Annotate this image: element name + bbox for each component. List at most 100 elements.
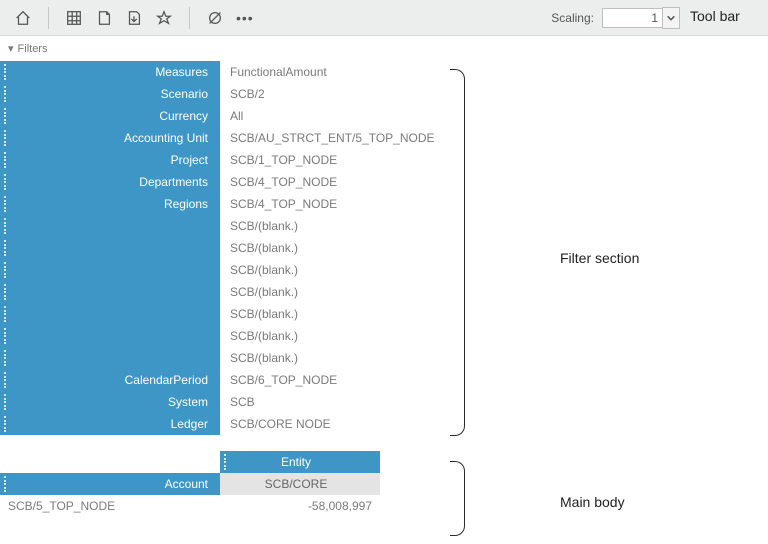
- filter-value[interactable]: SCB/4_TOP_NODE: [220, 193, 446, 215]
- bracket-filter: [450, 69, 465, 254]
- drag-handle-icon[interactable]: [4, 64, 8, 80]
- filter-value[interactable]: SCB/(blank.): [220, 215, 446, 237]
- drag-handle-icon[interactable]: [4, 328, 8, 344]
- column-header-entity[interactable]: Entity: [220, 451, 380, 473]
- drag-handle-icon[interactable]: [4, 108, 8, 124]
- filter-value[interactable]: SCB/AU_STRCT_ENT/5_TOP_NODE: [220, 127, 446, 149]
- filter-label[interactable]: Departments: [0, 171, 220, 193]
- filter-label[interactable]: [0, 303, 220, 325]
- filter-row: RegionsSCB/4_TOP_NODE: [0, 193, 446, 215]
- drag-handle-icon[interactable]: [4, 262, 8, 278]
- filter-value[interactable]: SCB/CORE NODE: [220, 413, 446, 435]
- filter-value[interactable]: SCB/(blank.): [220, 281, 446, 303]
- filter-row: SCB/(blank.): [0, 303, 446, 325]
- filter-value[interactable]: SCB/4_TOP_NODE: [220, 171, 446, 193]
- filter-value[interactable]: SCB/1_TOP_NODE: [220, 149, 446, 171]
- filter-panel: MeasuresFunctionalAmountScenarioSCB/2Cur…: [0, 61, 446, 435]
- drag-handle-icon[interactable]: [4, 218, 8, 234]
- export-data-icon[interactable]: [125, 9, 143, 27]
- filter-row: LedgerSCB/CORE NODE: [0, 413, 446, 435]
- filter-label[interactable]: Project: [0, 149, 220, 171]
- filter-row: CurrencyAll: [0, 105, 446, 127]
- filter-value[interactable]: SCB/2: [220, 83, 446, 105]
- drag-handle-icon[interactable]: [4, 86, 8, 102]
- drag-handle-icon[interactable]: [4, 306, 8, 322]
- favorite-icon[interactable]: [155, 9, 173, 27]
- filter-row: DepartmentsSCB/4_TOP_NODE: [0, 171, 446, 193]
- drag-handle-icon[interactable]: [4, 130, 8, 146]
- drag-handle-icon[interactable]: [4, 416, 8, 432]
- filter-value[interactable]: All: [220, 105, 446, 127]
- drag-handle-icon[interactable]: [224, 454, 228, 470]
- filter-label[interactable]: CalendarPeriod: [0, 369, 220, 391]
- scaling-dropdown-button[interactable]: [662, 7, 680, 29]
- drag-handle-icon[interactable]: [4, 350, 8, 366]
- filter-label[interactable]: Currency: [0, 105, 220, 127]
- filter-row: SCB/(blank.): [0, 347, 446, 369]
- toolbar: ••• Scaling:: [0, 0, 768, 36]
- filter-row: ProjectSCB/1_TOP_NODE: [0, 149, 446, 171]
- bracket-body: [450, 461, 465, 502]
- filter-row: SCB/(blank.): [0, 237, 446, 259]
- filter-row: SCB/(blank.): [0, 325, 446, 347]
- filter-label[interactable]: Ledger: [0, 413, 220, 435]
- row-header-account[interactable]: Account: [0, 473, 220, 495]
- scaling-input[interactable]: [602, 8, 662, 28]
- main-body: Entity Account SCB/CORE SCB/5_TOP_NODE -…: [0, 451, 380, 517]
- more-menu[interactable]: •••: [236, 10, 254, 26]
- data-cell[interactable]: -58,008,997: [220, 495, 380, 517]
- filter-row: CalendarPeriodSCB/6_TOP_NODE: [0, 369, 446, 391]
- filter-value[interactable]: SCB/(blank.): [220, 237, 446, 259]
- scaling-label: Scaling:: [551, 11, 594, 25]
- filter-label[interactable]: System: [0, 391, 220, 413]
- annotation-filter-section: Filter section: [560, 250, 639, 266]
- filter-row: SCB/(blank.): [0, 259, 446, 281]
- filter-label[interactable]: [0, 281, 220, 303]
- filter-row: SCB/(blank.): [0, 215, 446, 237]
- filter-label[interactable]: Regions: [0, 193, 220, 215]
- filter-row: Accounting UnitSCB/AU_STRCT_ENT/5_TOP_NO…: [0, 127, 446, 149]
- chevron-down-icon: ▾: [8, 42, 14, 55]
- toolbar-separator: [48, 7, 49, 29]
- filter-label[interactable]: Accounting Unit: [0, 127, 220, 149]
- export-pdf-icon[interactable]: [95, 9, 113, 27]
- drag-handle-icon[interactable]: [4, 372, 8, 388]
- drag-handle-icon[interactable]: [4, 240, 8, 256]
- filter-value[interactable]: SCB/(blank.): [220, 259, 446, 281]
- filter-label[interactable]: Measures: [0, 61, 220, 83]
- filter-label[interactable]: [0, 237, 220, 259]
- drag-handle-icon[interactable]: [4, 394, 8, 410]
- column-subheader[interactable]: SCB/CORE: [220, 473, 380, 495]
- annotation-toolbar: Tool bar: [690, 8, 740, 24]
- filter-row: SCB/(blank.): [0, 281, 446, 303]
- filter-value[interactable]: SCB/(blank.): [220, 303, 446, 325]
- filter-value[interactable]: SCB/6_TOP_NODE: [220, 369, 446, 391]
- filter-value[interactable]: SCB/(blank.): [220, 325, 446, 347]
- export-xls-icon[interactable]: [65, 9, 83, 27]
- drag-handle-icon[interactable]: [4, 174, 8, 190]
- filters-toggle[interactable]: ▾Filters: [0, 36, 768, 61]
- corner-cell: [0, 451, 220, 473]
- filter-value[interactable]: SCB: [220, 391, 446, 413]
- filter-row: SystemSCB: [0, 391, 446, 413]
- filter-label[interactable]: [0, 259, 220, 281]
- annotation-main-body: Main body: [560, 494, 625, 510]
- filter-label[interactable]: [0, 215, 220, 237]
- toolbar-separator: [189, 7, 190, 29]
- filter-row: ScenarioSCB/2: [0, 83, 446, 105]
- bracket-body: [450, 501, 465, 536]
- filter-row: MeasuresFunctionalAmount: [0, 61, 446, 83]
- home-icon[interactable]: [14, 9, 32, 27]
- filter-label[interactable]: Scenario: [0, 83, 220, 105]
- drag-handle-icon[interactable]: [4, 284, 8, 300]
- filter-value[interactable]: FunctionalAmount: [220, 61, 446, 83]
- bracket-filter: [450, 253, 465, 436]
- drag-handle-icon[interactable]: [4, 476, 8, 492]
- row-label[interactable]: SCB/5_TOP_NODE: [0, 495, 220, 517]
- filter-label[interactable]: [0, 325, 220, 347]
- filter-label[interactable]: [0, 347, 220, 369]
- drag-handle-icon[interactable]: [4, 152, 8, 168]
- drag-handle-icon[interactable]: [4, 196, 8, 212]
- zero-suppress-icon[interactable]: [206, 9, 224, 27]
- filter-value[interactable]: SCB/(blank.): [220, 347, 446, 369]
